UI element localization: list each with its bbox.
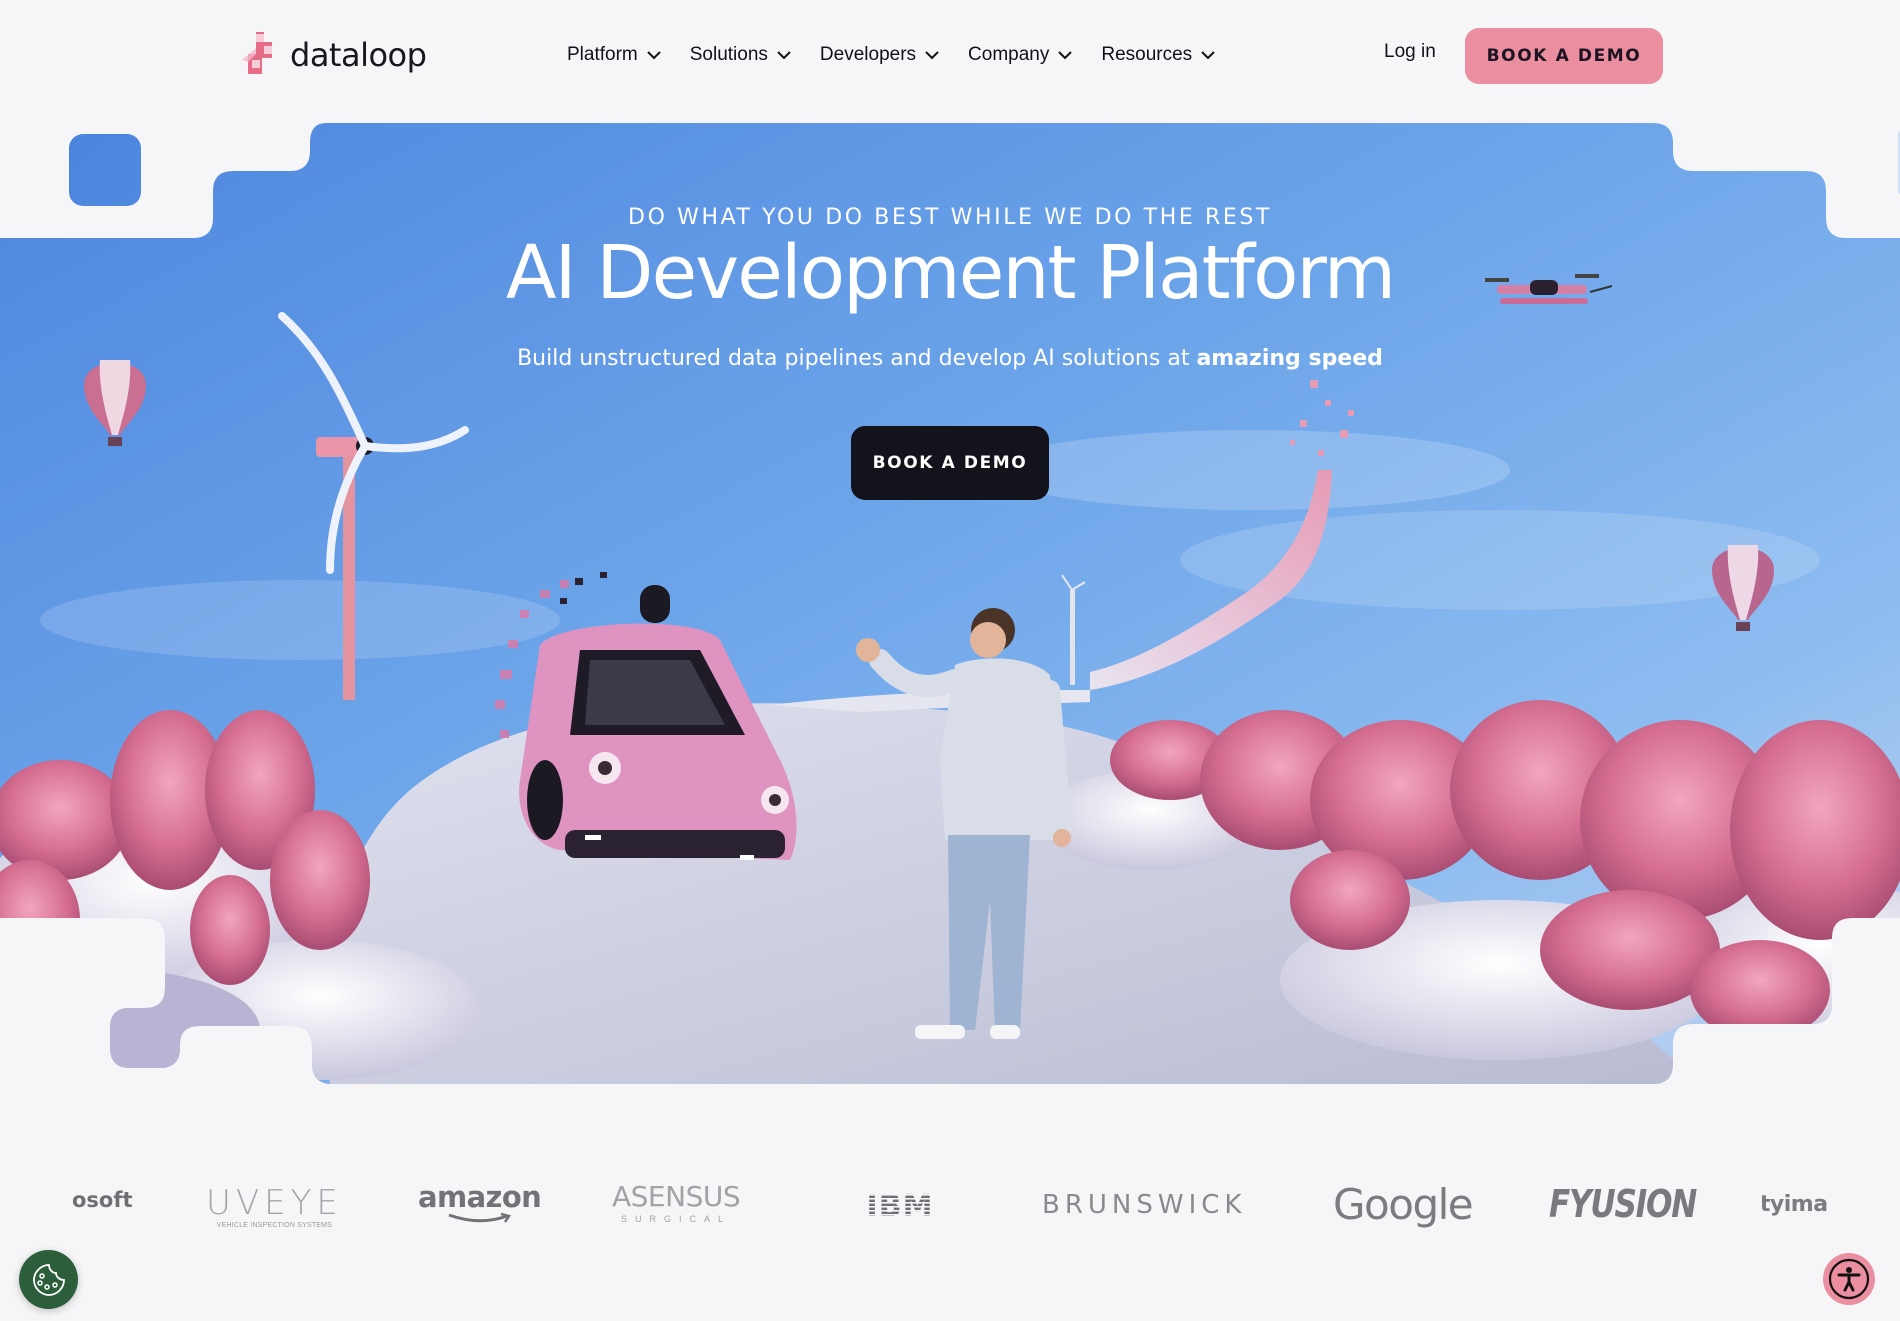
hero-title: AI Development Platform [505,230,1396,316]
site-header: dataloop Platform Solutions Developers C… [0,0,1900,110]
hero-section: DO WHAT YOU DO BEST WHILE WE DO THE REST… [0,0,1900,1100]
nav-label: Company [968,44,1050,65]
cookie-icon [32,1263,65,1296]
client-logo-text: BRUNSWICK [1042,1190,1247,1220]
hero-eyebrow: DO WHAT YOU DO BEST WHILE WE DO THE REST [628,205,1272,230]
chevron-down-icon [925,51,939,60]
client-logo-tagline: SURGICAL [621,1214,732,1224]
client-logo-text: amazon [418,1180,542,1214]
nav-platform[interactable]: Platform [567,44,662,66]
cookie-settings-button[interactable] [19,1250,78,1309]
hero-subtitle: Build unstructured data pipelines and de… [0,346,1900,371]
nav-developers[interactable]: Developers [820,44,940,66]
nav-label: Resources [1101,44,1193,65]
chevron-down-icon [1201,51,1215,60]
nav-label: Platform [567,44,638,65]
client-logo-uveye: UVEYE VEHICLE INSPECTION SYSTEMS [206,1186,343,1229]
accessibility-button[interactable] [1823,1253,1875,1305]
client-logo-google: Google [1333,1180,1474,1229]
chevron-down-icon [1058,51,1073,60]
logo[interactable]: dataloop [242,30,427,80]
client-logo-text: gettyimages [1762,1192,1828,1217]
main-nav: Platform Solutions Developers Company Re… [567,40,1244,70]
client-logos: osoft UVEYE VEHICLE INSPECTION SYSTEMS a… [0,1150,1900,1260]
accessibility-icon [1828,1258,1870,1300]
chevron-down-icon [777,51,791,60]
client-logo-tagline: VEHICLE INSPECTION SYSTEMS [216,1222,333,1229]
nav-solutions[interactable]: Solutions [690,44,792,66]
client-logo-text: UVEYE [206,1183,343,1223]
hero-subtitle-emphasis: amazing speed [1196,346,1383,371]
nav-label: Developers [819,44,917,65]
hero-image [0,123,1900,1084]
login-link[interactable]: Log in [1384,41,1436,63]
amazon-smile-icon [448,1212,511,1223]
chevron-down-icon [647,51,661,60]
client-logo-asensus: ASENSUS SURGICAL [612,1180,741,1225]
client-logo-amazon: amazon [418,1180,542,1224]
nav-label: Solutions [689,44,768,65]
logo-icon [242,32,272,74]
header-book-demo-button[interactable]: BOOK A DEMO [1465,28,1663,84]
client-logo-text: Google [1333,1180,1474,1229]
client-logo-brunswick: BRUNSWICK [1042,1190,1246,1220]
hero-book-demo-button[interactable]: BOOK A DEMO [851,426,1049,500]
client-logo-text: osoft [72,1188,133,1212]
client-logo-fyusion: FYUSION [1549,1182,1697,1226]
logo-text: dataloop [290,36,427,74]
ibm-logo-icon: IBM [864,1190,936,1220]
decorative-square [69,134,141,206]
client-logo-microsoft: osoft [72,1188,133,1212]
nav-company[interactable]: Company [968,44,1073,66]
client-logo-getty-images: gettyimages [1762,1192,1828,1217]
hero-subtitle-text: Build unstructured data pipelines and de… [517,346,1197,371]
client-logo-text: FYUSION [1549,1182,1697,1226]
client-logo-text: ASENSUS [612,1180,741,1213]
client-logo-ibm: IBM [864,1190,936,1220]
nav-resources[interactable]: Resources [1101,44,1216,66]
